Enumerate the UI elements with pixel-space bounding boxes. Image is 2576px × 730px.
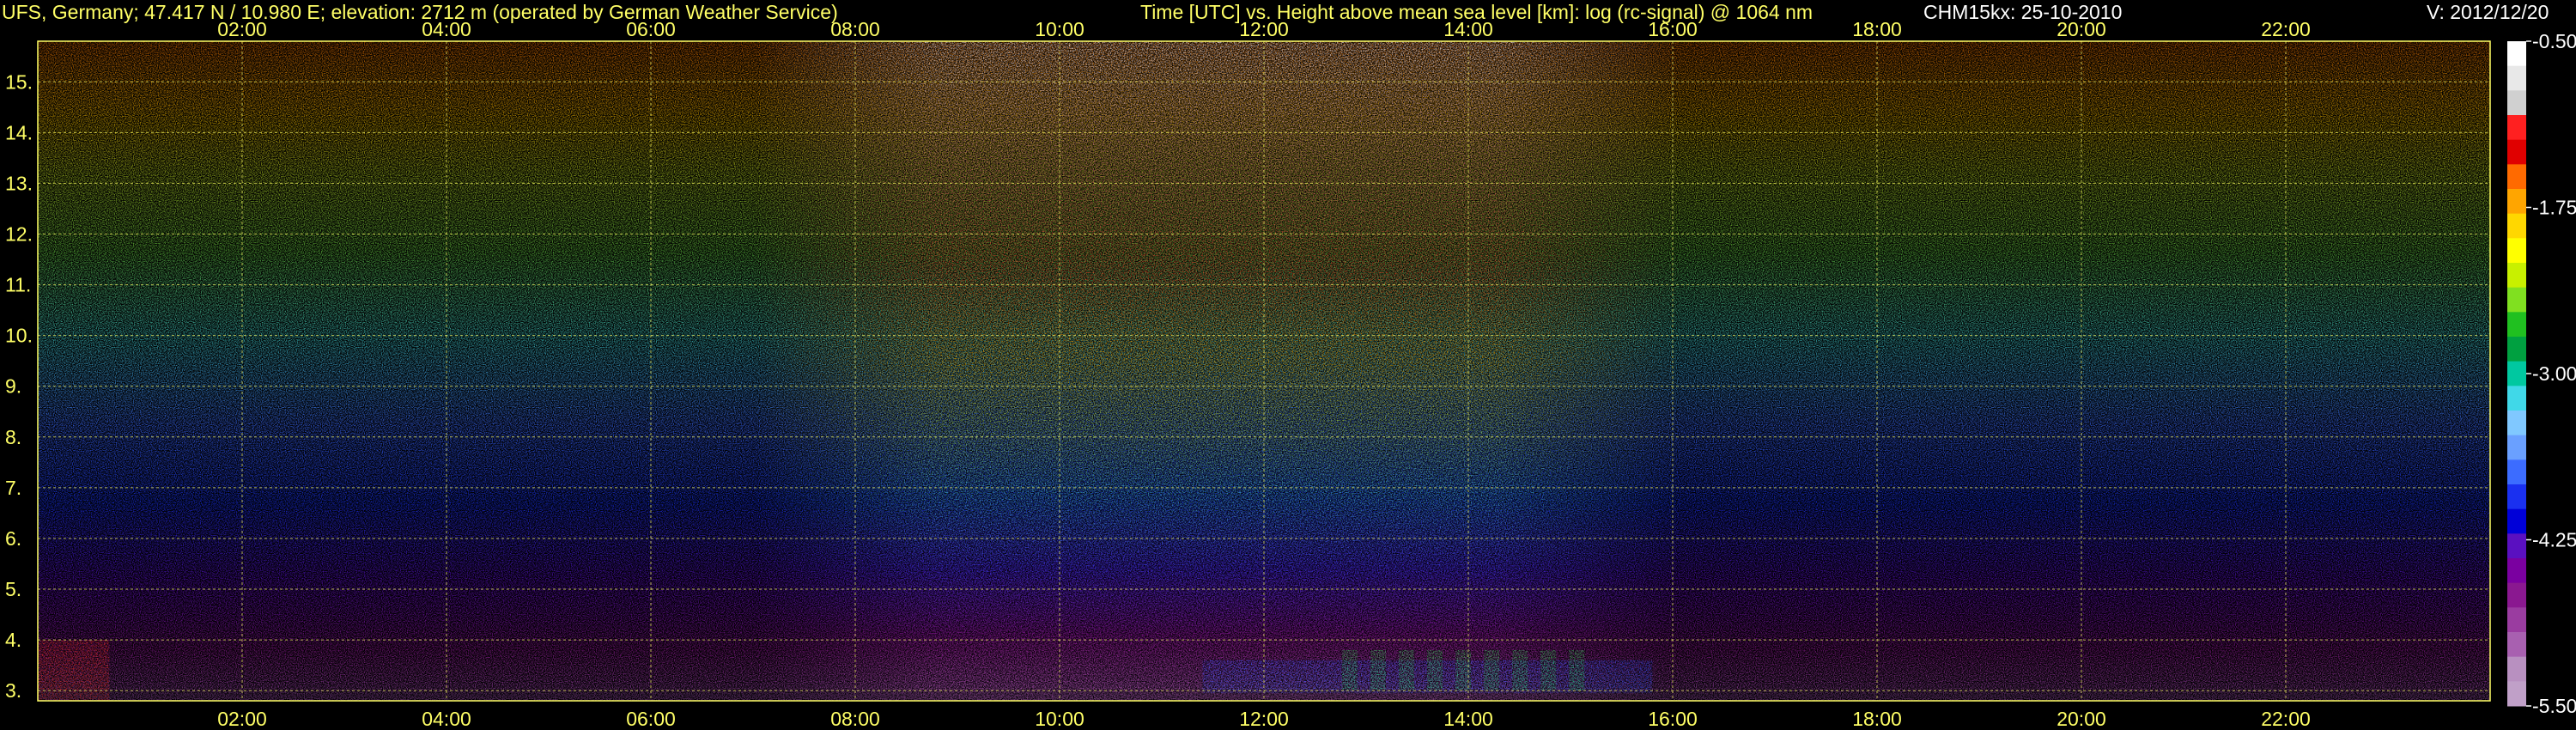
y-tick-10: 13.: [5, 172, 33, 194]
x-tick-bottom-4: 10:00: [1035, 708, 1084, 730]
x-tick-top-10: 22:00: [2261, 18, 2311, 40]
colorbar-label-3: -4.25: [2532, 529, 2576, 551]
x-tick-bottom-8: 18:00: [1852, 708, 1902, 730]
y-tick-3: 6.: [5, 527, 21, 550]
colorbar-swatch-1: [2507, 65, 2526, 91]
colorbar-swatch-2: [2507, 90, 2526, 116]
x-tick-top-6: 14:00: [1443, 18, 1493, 40]
colorbar-swatch-8: [2507, 238, 2526, 264]
x-tick-top-0: 02:00: [217, 18, 267, 40]
colorbar-swatch-19: [2507, 508, 2526, 534]
colorbar-swatch-9: [2507, 263, 2526, 289]
colorbar-swatch-12: [2507, 337, 2526, 362]
y-tick-6: 9.: [5, 375, 21, 398]
colorbar-swatch-10: [2507, 287, 2526, 313]
colorbar-label-1: -1.75: [2532, 197, 2576, 219]
x-tick-bottom-6: 14:00: [1443, 708, 1493, 730]
colorbar-swatch-11: [2507, 312, 2526, 338]
daytime-signal-layer: [753, 41, 1683, 701]
green-plume-2: [1398, 649, 1414, 691]
y-tick-7: 10.: [5, 325, 33, 347]
y-tick-4: 7.: [5, 477, 21, 499]
colorbar-label-4: -5.50: [2532, 695, 2576, 717]
lidar-ceilometer-chart: 02:00 02:00 04:00 04:00 06:00 06:00 08:00 08:00…: [5, 18, 2576, 730]
x-tick-top-7: 16:00: [1648, 18, 1698, 40]
green-plume-3: [1426, 649, 1443, 691]
x-tick-top-8: 18:00: [1852, 18, 1902, 40]
green-plume-0: [1341, 649, 1358, 691]
y-tick-11: 14.: [5, 121, 33, 143]
x-tick-bottom-0: 02:00: [217, 708, 267, 730]
y-tick-9: 12.: [5, 222, 33, 245]
colorbar-swatch-20: [2507, 533, 2526, 559]
colorbar-label-2: -3.00: [2532, 362, 2576, 385]
colorbar-swatch-23: [2507, 607, 2526, 633]
x-tick-top-1: 04:00: [422, 18, 471, 40]
colorbar-swatch-18: [2507, 484, 2526, 510]
colorbar-swatch-21: [2507, 558, 2526, 584]
y-tick-12: 15.: [5, 70, 33, 93]
colorbar-swatch-0: [2507, 41, 2526, 67]
green-plume-7: [1540, 649, 1557, 691]
colorbar-swatch-16: [2507, 435, 2526, 460]
x-tick-bottom-9: 20:00: [2057, 708, 2106, 730]
colorbar-swatch-3: [2507, 115, 2526, 141]
colorbar-swatch-17: [2507, 459, 2526, 485]
y-tick-0: 3.: [5, 679, 21, 702]
y-tick-1: 4.: [5, 629, 21, 651]
colorbar-swatch-15: [2507, 411, 2526, 436]
y-tick-2: 5.: [5, 578, 21, 600]
green-plume-6: [1512, 649, 1528, 691]
x-tick-top-5: 12:00: [1239, 18, 1289, 40]
x-tick-bottom-3: 08:00: [830, 708, 880, 730]
colorbar: -0.50 -1.75 -3.00 -4.25 -5.50: [2507, 30, 2576, 717]
colorbar-swatch-4: [2507, 139, 2526, 165]
colorbar-swatch-22: [2507, 582, 2526, 608]
x-tick-top-3: 08:00: [830, 18, 880, 40]
colorbar-swatch-24: [2507, 632, 2526, 658]
x-tick-top-4: 10:00: [1035, 18, 1084, 40]
colorbar-swatch-14: [2507, 386, 2526, 411]
colorbar-swatch-6: [2507, 189, 2526, 215]
x-tick-bottom-2: 06:00: [626, 708, 676, 730]
x-tick-bottom-1: 04:00: [422, 708, 471, 730]
x-tick-bottom-7: 16:00: [1648, 708, 1698, 730]
colorbar-swatch-25: [2507, 656, 2526, 682]
green-plume-1: [1370, 649, 1386, 691]
x-tick-bottom-5: 12:00: [1239, 708, 1289, 730]
green-plume-8: [1569, 649, 1585, 691]
green-plume-5: [1484, 649, 1500, 691]
y-tick-5: 8.: [5, 426, 21, 448]
colorbar-label-0: -0.50: [2532, 30, 2576, 52]
y-tick-8: 11.: [5, 274, 31, 296]
colorbar-swatch-26: [2507, 681, 2526, 707]
colorbar-swatch-5: [2507, 164, 2526, 190]
colorbar-swatch-7: [2507, 213, 2526, 239]
colorbar-swatch-13: [2507, 361, 2526, 386]
x-tick-top-2: 06:00: [626, 18, 676, 40]
x-tick-bottom-10: 22:00: [2261, 708, 2311, 730]
x-tick-top-9: 20:00: [2057, 18, 2106, 40]
